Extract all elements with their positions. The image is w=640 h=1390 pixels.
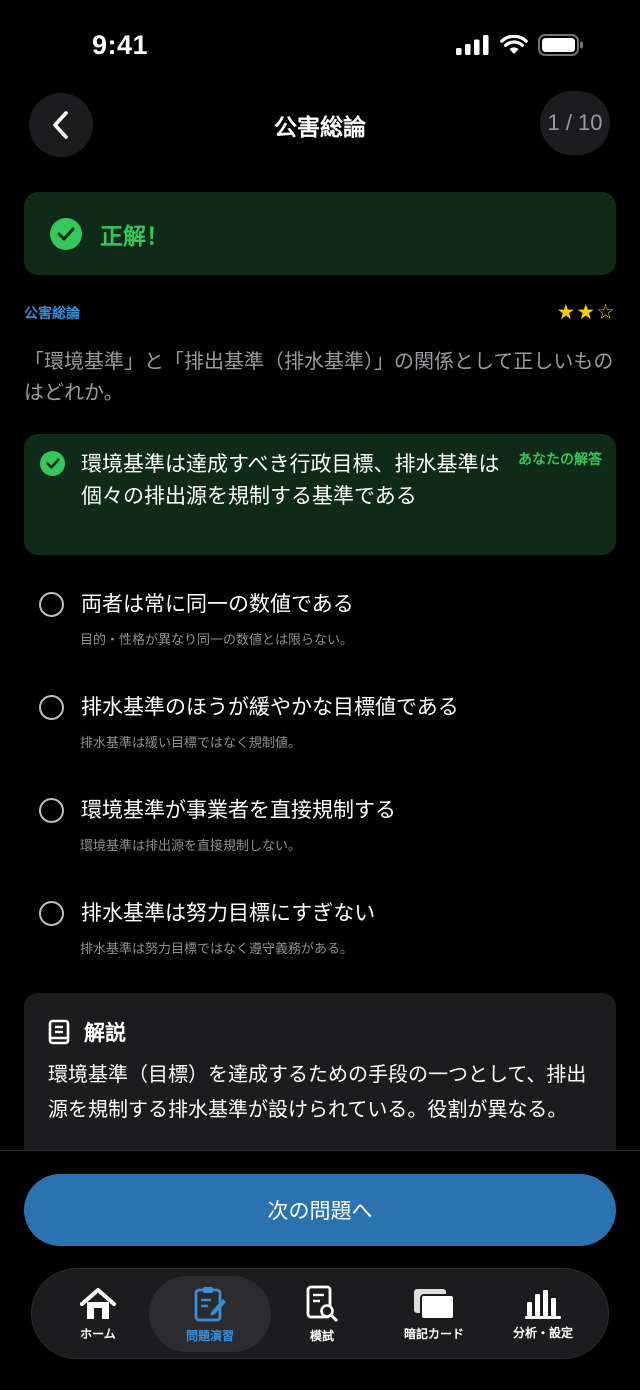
- tab-label: 分析・設定: [512, 1325, 573, 1340]
- result-banner: 正解！: [24, 192, 616, 275]
- your-answer-badge: あなたの解答: [518, 452, 602, 468]
- tab-label: 暗記カード: [403, 1326, 464, 1341]
- choice-text: 排水基準は努力目標にすぎない: [81, 901, 376, 925]
- star-filled-icon: ★: [576, 300, 597, 324]
- tab-label: ホーム: [80, 1326, 116, 1341]
- explanation-header: 解説: [48, 1017, 126, 1047]
- clipboard-edit-icon: [194, 1286, 226, 1321]
- tab-flashcards[interactable]: 暗記カード: [378, 1276, 490, 1352]
- bar-chart-icon: [525, 1289, 561, 1319]
- difficulty-rating: ★★☆: [557, 300, 616, 324]
- next-question-button[interactable]: 次の問題へ: [24, 1174, 616, 1246]
- check-circle-icon: [40, 451, 65, 476]
- wifi-icon: [500, 35, 528, 54]
- radio-circle-icon: [39, 901, 64, 926]
- star-empty-icon: ☆: [596, 300, 616, 324]
- explanation-body: 環境基準（目標）を達成するための手段の一つとして、排出源を規制する排水基準が設け…: [48, 1062, 587, 1121]
- status-icons: [456, 34, 584, 56]
- explanation-card: 解説 環境基準（目標）を達成するための手段の一つとして、排出源を規制する排水基準…: [24, 993, 616, 1163]
- tab-analysis-settings[interactable]: 分析・設定: [490, 1276, 596, 1352]
- cards-icon: [414, 1288, 455, 1320]
- choice-text: 環境基準が事業者を直接規制する: [81, 798, 396, 822]
- radio-circle-icon: [39, 798, 64, 823]
- status-time: 9:41: [92, 30, 149, 60]
- choice-note: 環境基準は排出源を直接規制しない。: [80, 839, 302, 854]
- category-tag: 公害総論: [24, 306, 80, 322]
- divider: [0, 1150, 640, 1151]
- explanation-title: 解説: [84, 1021, 126, 1045]
- question-text: 「環境基準」と「排出基準（排水基準）」の関係として正しいものはどれか。: [24, 349, 614, 404]
- choice-option[interactable]: 排水基準は努力目標にすぎない 排水基準は努力目標ではなく遵守義務がある。: [24, 897, 616, 977]
- radio-circle-icon: [39, 592, 64, 617]
- tab-bar: ホーム 問題演習 模試 暗記カード 分析・設定: [31, 1268, 609, 1359]
- choice-text: 環境基準は達成すべき行政目標、排水基準は個々の排出源を規制する基準である: [81, 452, 500, 508]
- tab-label: 問題演習: [185, 1328, 234, 1343]
- choice-option[interactable]: 環境基準が事業者を直接規制する 環境基準は排出源を直接規制しない。: [24, 794, 616, 874]
- choice-option[interactable]: 排水基準のほうが緩やかな目標値である 排水基準は緩い目標ではなく規制値。: [24, 691, 616, 771]
- result-label: 正解！: [100, 223, 169, 250]
- tab-home[interactable]: ホーム: [46, 1276, 150, 1352]
- choice-text: 両者は常に同一の数値である: [81, 592, 354, 616]
- choice-note: 排水基準は努力目標ではなく遵守義務がある。: [80, 942, 354, 957]
- home-icon: [80, 1287, 116, 1319]
- choice-text: 排水基準のほうが緩やかな目標値である: [81, 695, 459, 719]
- choice-option-correct[interactable]: 環境基準は達成すべき行政目標、排水基準は個々の排出源を規制する基準である あなた…: [24, 434, 616, 555]
- book-icon: [48, 1019, 70, 1045]
- document-search-icon: [306, 1285, 338, 1321]
- star-filled-icon: ★: [556, 300, 577, 324]
- question-progress: 1 / 10: [540, 91, 610, 155]
- cellular-signal-icon: [456, 35, 489, 55]
- status-bar: 9:41: [0, 0, 640, 96]
- radio-circle-icon: [39, 695, 64, 720]
- tab-label: 模試: [309, 1328, 334, 1343]
- choice-option[interactable]: 両者は常に同一の数値である 目的・性格が異なり同一の数値とは限らない。: [24, 588, 616, 668]
- tab-practice[interactable]: 問題演習: [149, 1276, 271, 1352]
- battery-icon: [538, 34, 583, 56]
- choice-note: 排水基準は緩い目標ではなく規制値。: [80, 736, 302, 751]
- tab-mock-exam[interactable]: 模試: [270, 1276, 374, 1352]
- check-circle-icon: [50, 217, 82, 250]
- choice-note: 目的・性格が異なり同一の数値とは限らない。: [80, 633, 354, 648]
